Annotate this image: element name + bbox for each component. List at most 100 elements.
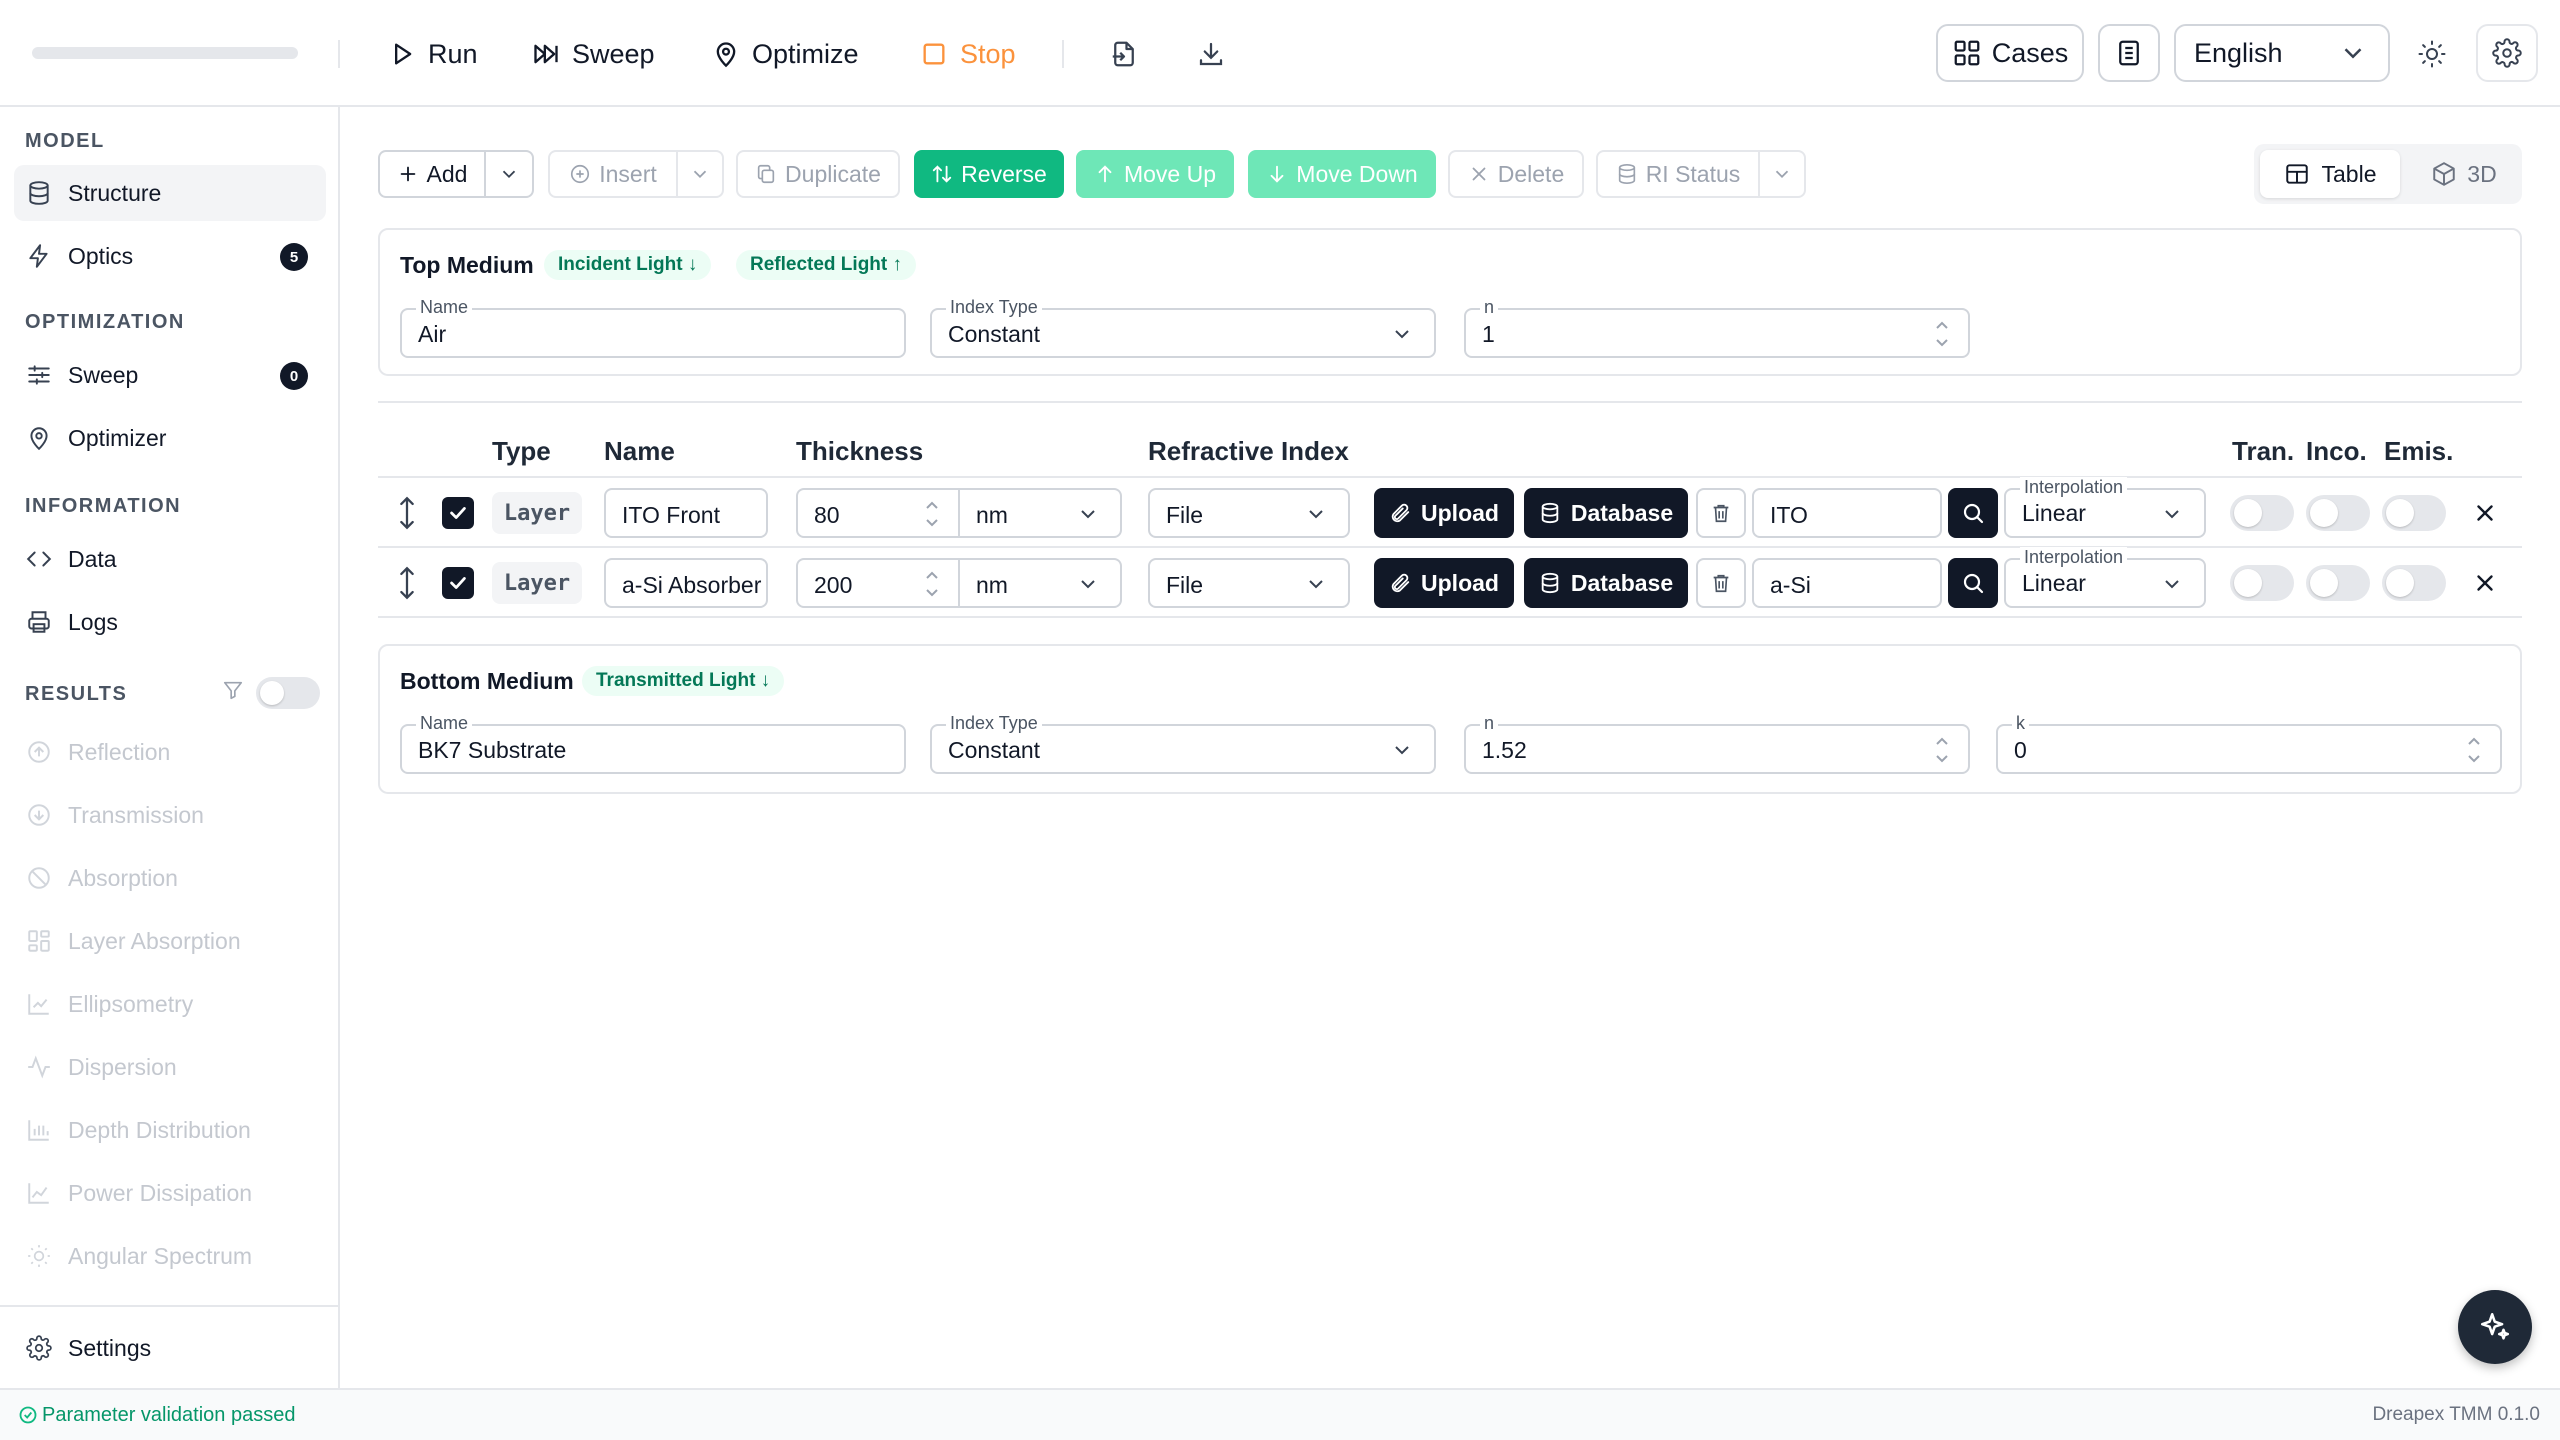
view-3d-tab[interactable]: 3D	[2414, 150, 2514, 198]
results-filter-toggle[interactable]	[256, 677, 320, 709]
sidebar-item-power-dissipation[interactable]: Power Dissipation	[14, 1165, 326, 1221]
bottom-medium-name-field[interactable]: Name BK7 Substrate	[400, 713, 906, 774]
emission-toggle[interactable]	[2382, 495, 2446, 531]
upload-button[interactable]: Upload	[1374, 558, 1514, 608]
stepper-icon[interactable]	[2464, 732, 2484, 768]
database-label: Database	[1570, 569, 1674, 596]
sidebar-item-structure[interactable]: Structure	[14, 165, 326, 221]
lightning-icon	[29, 244, 48, 268]
sidebar-item-sweep[interactable]: Sweep 0	[14, 347, 326, 403]
thickness-unit-select[interactable]: nm	[958, 558, 1122, 608]
sidebar-item-depth-distribution[interactable]: Depth Distribution	[14, 1102, 326, 1158]
add-layer-button[interactable]: Add	[378, 150, 486, 198]
material-input[interactable]: ITO	[1752, 488, 1942, 538]
duplicate-layer-button[interactable]: Duplicate	[736, 150, 900, 198]
sidebar-item-optics[interactable]: Optics 5	[14, 228, 326, 284]
add-label: Add	[426, 160, 468, 187]
drag-handle-icon[interactable]	[394, 496, 420, 530]
ri-status-button[interactable]: RI Status	[1596, 150, 1760, 198]
top-medium-panel: Top Medium Incident Light ↓ Reflected Li…	[378, 228, 2522, 376]
stepper-icon[interactable]	[922, 566, 942, 602]
thickness-input[interactable]: 200	[796, 558, 960, 608]
thickness-input[interactable]: 80	[796, 488, 960, 538]
clear-ri-button[interactable]	[1696, 558, 1746, 608]
sidebar-item-reflection[interactable]: Reflection	[14, 724, 326, 780]
sidebar-item-dispersion[interactable]: Dispersion	[14, 1039, 326, 1095]
transmission-toggle[interactable]	[2230, 565, 2294, 601]
database-icon	[1541, 572, 1559, 594]
interpolation-select[interactable]: Interpolation Linear	[2004, 547, 2206, 608]
notes-button[interactable]	[2098, 24, 2160, 82]
ri-source-select[interactable]: File	[1148, 488, 1350, 538]
sidebar-item-ellipsometry[interactable]: Ellipsometry	[14, 976, 326, 1032]
stepper-icon[interactable]	[1932, 732, 1952, 768]
sidebar-item-transmission[interactable]: Transmission	[14, 787, 326, 843]
download-button[interactable]	[1187, 30, 1235, 78]
transmission-toggle[interactable]	[2230, 495, 2294, 531]
run-button[interactable]: Run	[388, 30, 478, 78]
ri-status-dropdown[interactable]	[1758, 150, 1806, 198]
move-up-button[interactable]: Move Up	[1076, 150, 1234, 198]
drag-handle-icon[interactable]	[394, 566, 420, 600]
top-medium-n-input[interactable]: n 1	[1464, 297, 1970, 358]
delete-layer-button[interactable]: Delete	[1448, 150, 1584, 198]
thickness-unit-select[interactable]: nm	[958, 488, 1122, 538]
language-select[interactable]: English	[2174, 24, 2390, 82]
column-header-inco: Inco.	[2306, 436, 2367, 466]
interpolation-select[interactable]: Interpolation Linear	[2004, 477, 2206, 538]
upload-button[interactable]: Upload	[1374, 488, 1514, 538]
remove-row-icon[interactable]	[2472, 500, 2498, 526]
add-options-dropdown[interactable]	[484, 150, 534, 198]
top-medium-index-type-select[interactable]: Index Type Constant	[930, 297, 1436, 358]
section-divider	[378, 401, 2522, 403]
code-icon	[26, 551, 52, 567]
sidebar-item-data[interactable]: Data	[14, 531, 326, 587]
material-search-button[interactable]	[1948, 558, 1998, 608]
database-button[interactable]: Database	[1524, 558, 1688, 608]
incoherent-toggle[interactable]	[2306, 565, 2370, 601]
insert-options-dropdown[interactable]	[676, 150, 724, 198]
column-header-emis: Emis.	[2384, 436, 2454, 466]
sweep-button[interactable]: Sweep	[532, 30, 655, 78]
database-button[interactable]: Database	[1524, 488, 1688, 538]
field-value: Linear	[2022, 570, 2086, 596]
filter-icon[interactable]	[222, 679, 244, 701]
layer-name-input[interactable]: a-Si Absorber	[604, 558, 768, 608]
sidebar-item-angular-spectrum[interactable]: Angular Spectrum	[14, 1228, 326, 1284]
optimize-button[interactable]: Optimize	[712, 30, 859, 78]
remove-row-icon[interactable]	[2472, 570, 2498, 596]
sidebar-item-settings[interactable]: Settings	[14, 1320, 326, 1376]
reverse-layers-button[interactable]: Reverse	[914, 150, 1064, 198]
settings-button[interactable]	[2476, 24, 2538, 82]
ai-assistant-button[interactable]	[2458, 1290, 2532, 1364]
ri-source-select[interactable]: File	[1148, 558, 1350, 608]
bottom-medium-k-input[interactable]: k 0	[1996, 713, 2502, 774]
move-down-button[interactable]: Move Down	[1248, 150, 1436, 198]
emission-toggle[interactable]	[2382, 565, 2446, 601]
material-input[interactable]: a-Si	[1752, 558, 1942, 608]
sidebar-item-layer-absorption[interactable]: Layer Absorption	[14, 913, 326, 969]
top-medium-name-field[interactable]: Name Air	[400, 297, 906, 358]
clear-ri-button[interactable]	[1696, 488, 1746, 538]
printer-icon	[28, 611, 50, 633]
layer-enabled-checkbox[interactable]	[442, 497, 474, 529]
sidebar-item-optimizer[interactable]: Optimizer	[14, 410, 326, 466]
layer-name-input[interactable]: ITO Front	[604, 488, 768, 538]
theme-toggle-button[interactable]	[2408, 30, 2456, 78]
insert-layer-button[interactable]: Insert	[548, 150, 678, 198]
cases-button[interactable]: Cases	[1936, 24, 2084, 82]
bottom-medium-index-type-select[interactable]: Index Type Constant	[930, 713, 1436, 774]
import-button[interactable]	[1100, 30, 1148, 78]
sidebar-item-absorption[interactable]: Absorption	[14, 850, 326, 906]
bottom-medium-n-input[interactable]: n 1.52	[1464, 713, 1970, 774]
material-search-button[interactable]	[1948, 488, 1998, 538]
sweep-count-badge: 0	[280, 362, 308, 390]
stop-button[interactable]: Stop	[920, 30, 1016, 78]
stepper-icon[interactable]	[1932, 316, 1952, 352]
incoherent-toggle[interactable]	[2306, 495, 2370, 531]
sidebar-item-logs[interactable]: Logs	[14, 594, 326, 650]
layer-enabled-checkbox[interactable]	[442, 567, 474, 599]
source-value: File	[1166, 502, 1204, 528]
stepper-icon[interactable]	[922, 496, 942, 532]
view-table-tab[interactable]: Table	[2260, 150, 2400, 198]
